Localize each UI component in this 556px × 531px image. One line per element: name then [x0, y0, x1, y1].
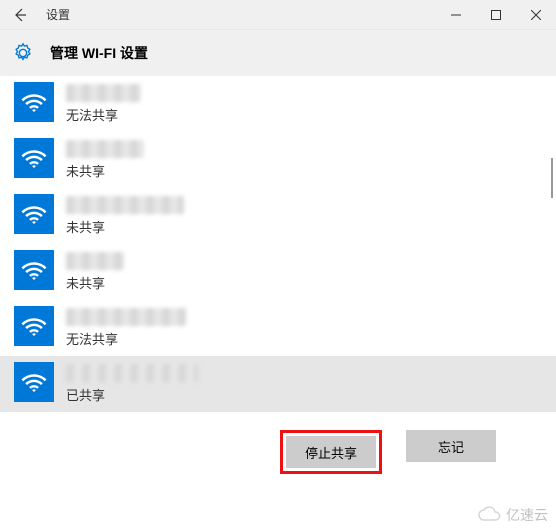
wifi-icon [14, 138, 54, 178]
wifi-icon [14, 194, 54, 234]
network-list: 无法共享未共享未共享未共享无法共享已共享 [0, 76, 556, 412]
wifi-item[interactable]: 未共享 [0, 188, 556, 244]
wifi-icon [14, 362, 54, 402]
wifi-icon [14, 82, 54, 122]
gear-icon [12, 42, 34, 64]
wifi-status: 未共享 [66, 273, 124, 292]
wifi-info: 无法共享 [66, 82, 141, 124]
window-controls [436, 0, 556, 30]
wifi-status: 无法共享 [66, 329, 186, 348]
watermark: 亿速云 [478, 505, 548, 525]
wifi-status: 已共享 [66, 385, 198, 404]
wifi-info: 未共享 [66, 194, 184, 236]
wifi-name-blurred [66, 84, 141, 102]
watermark-icon [478, 506, 502, 524]
stop-share-button[interactable]: 停止共享 [286, 436, 376, 468]
window-title: 设置 [46, 6, 70, 23]
close-icon [531, 10, 541, 20]
wifi-item[interactable]: 未共享 [0, 132, 556, 188]
titlebar: 设置 [0, 0, 556, 30]
wifi-name-blurred [66, 196, 184, 214]
wifi-name-blurred [66, 308, 186, 326]
wifi-info: 未共享 [66, 138, 144, 180]
back-button[interactable] [8, 3, 32, 27]
wifi-info: 无法共享 [66, 306, 186, 348]
scrollbar[interactable] [551, 158, 553, 198]
wifi-item[interactable]: 已共享 [0, 356, 556, 412]
highlight-box: 停止共享 [280, 430, 382, 474]
wifi-name-blurred [66, 140, 144, 158]
wifi-name-blurred [66, 252, 124, 270]
wifi-item[interactable]: 未共享 [0, 244, 556, 300]
maximize-icon [491, 10, 501, 20]
forget-button[interactable]: 忘记 [406, 430, 496, 462]
page-title: 管理 WI-FI 设置 [50, 43, 148, 63]
wifi-item[interactable]: 无法共享 [0, 300, 556, 356]
wifi-status: 无法共享 [66, 105, 141, 124]
watermark-text: 亿速云 [506, 505, 548, 525]
wifi-icon [14, 250, 54, 290]
maximize-button[interactable] [476, 0, 516, 30]
wifi-icon [14, 306, 54, 346]
wifi-info: 已共享 [66, 362, 198, 404]
action-row: 停止共享 忘记 [0, 412, 556, 474]
minimize-button[interactable] [436, 0, 476, 30]
minimize-icon [451, 10, 461, 20]
wifi-name-blurred [66, 364, 198, 382]
content-area: 无法共享未共享未共享未共享无法共享已共享 停止共享 忘记 [0, 76, 556, 531]
wifi-status: 未共享 [66, 217, 184, 236]
wifi-status: 未共享 [66, 161, 144, 180]
back-arrow-icon [12, 7, 28, 23]
close-button[interactable] [516, 0, 556, 30]
titlebar-left: 设置 [0, 3, 70, 27]
wifi-info: 未共享 [66, 250, 124, 292]
page-header: 管理 WI-FI 设置 [0, 30, 556, 76]
wifi-item[interactable]: 无法共享 [0, 76, 556, 132]
